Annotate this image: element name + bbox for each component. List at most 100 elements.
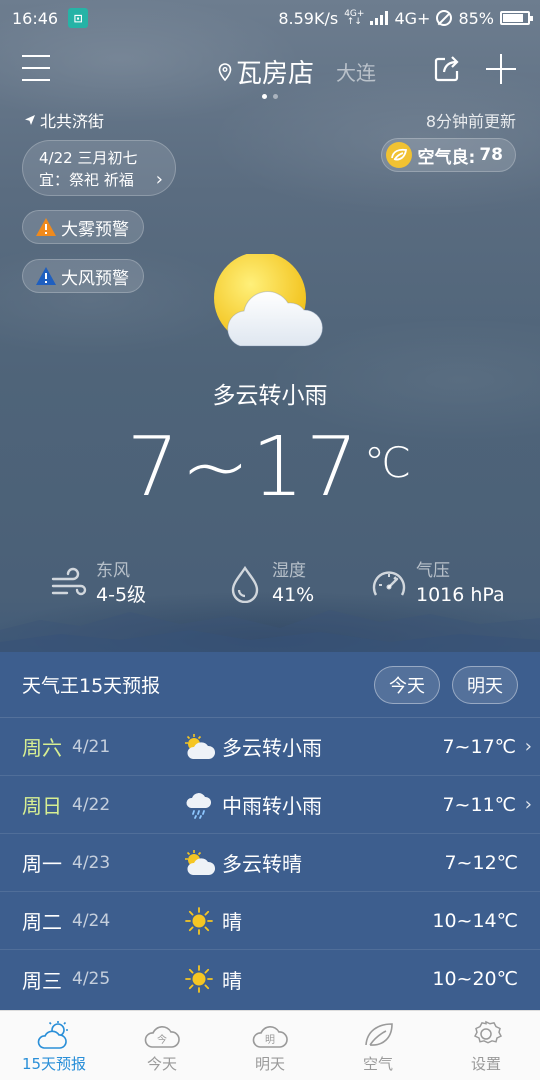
forecast-date: 4/22 — [72, 794, 111, 815]
forecast-row[interactable]: 周三 4/25 晴 10~20℃ — [0, 950, 540, 1008]
forecast-day: 周三 — [22, 968, 62, 993]
aqi-label: 空气良: — [417, 147, 476, 168]
add-city-icon[interactable] — [486, 54, 516, 84]
forecast-range: 7~17℃ — [442, 735, 516, 758]
forecast-weather: 多云转小雨 — [222, 736, 322, 760]
forecast-weather: 多云转晴 — [222, 852, 302, 876]
tab-settings[interactable]: 设置 — [432, 1011, 540, 1080]
page-indicator — [262, 94, 278, 99]
status-bar: 16:46 ⊡ 8.59K/s 4G+ ↑↓ 4G+ 85% — [0, 0, 540, 36]
page-dot — [273, 94, 278, 99]
almanac-card[interactable]: 4/22 三月初七 宜：祭祀 祈福 › — [22, 140, 176, 196]
battery-percent: 85% — [458, 8, 494, 28]
forecast-date: 4/25 — [72, 969, 111, 989]
navigation-arrow-icon — [25, 115, 35, 125]
almanac-date: 4/22 三月初七 — [39, 149, 138, 167]
current-temperature: 7~17℃ — [0, 420, 540, 515]
update-time: 8分钟前更新 — [425, 112, 516, 131]
forecast-range: 10~20℃ — [432, 968, 518, 990]
tab-air[interactable]: 空气 — [324, 1011, 432, 1080]
next-city-name[interactable]: 大连 — [336, 57, 376, 86]
today-icon: 今 — [144, 1026, 180, 1048]
sunny-icon — [185, 906, 213, 935]
wind-warning-label: 大风预警 — [61, 268, 129, 289]
network-type: 4G+ — [394, 8, 431, 28]
forecast-row[interactable]: 周二 4/24 晴 10~14℃ — [0, 892, 540, 950]
forecast-panel: 天气王15天预报 今天 明天 周六 4/21 多云转小雨 7~17℃ › 周日 … — [0, 652, 540, 1010]
forecast-weather: 晴 — [222, 910, 242, 934]
pressure-label: 气压 — [416, 561, 450, 581]
tab-label: 空气 — [362, 1055, 393, 1073]
mountain-silhouette — [0, 610, 540, 660]
forecast-weather: 中雨转小雨 — [222, 794, 322, 818]
partly-cloudy-icon — [185, 849, 216, 875]
wind-label: 东风 — [96, 561, 130, 581]
forecast-range: 7~12℃ — [444, 851, 518, 874]
forecast-date: 4/21 — [72, 736, 111, 757]
almanac-yi: 宜：祭祀 祈福 — [39, 171, 134, 189]
location-pin-icon — [218, 62, 232, 81]
warning-orange-icon — [36, 218, 56, 236]
rain-icon — [186, 792, 212, 819]
settings-gear-icon — [473, 1020, 503, 1044]
sunny-icon — [185, 965, 213, 993]
forecast-weather: 晴 — [222, 968, 242, 993]
forecast-header: 天气王15天预报 今天 明天 — [0, 652, 540, 718]
notification-app-icon: ⊡ — [68, 8, 89, 28]
partly-cloudy-icon — [214, 254, 323, 347]
chevron-right-icon: › — [524, 794, 532, 815]
street-location: 北共济街 — [24, 108, 104, 132]
humidity-label: 湿度 — [272, 561, 306, 581]
battery-icon — [500, 11, 533, 25]
air-leaf-icon — [365, 1023, 393, 1046]
wind-warning-badge[interactable]: 大风预警 — [22, 259, 144, 293]
forecast-range: 10~14℃ — [432, 909, 518, 932]
tomorrow-icon-glyph: 明 — [265, 1034, 275, 1046]
forecast-date: 4/23 — [72, 852, 111, 873]
share-icon[interactable] — [432, 54, 462, 84]
today-button[interactable]: 今天 — [374, 665, 440, 704]
tab-15-day-forecast[interactable]: 15天预报 — [0, 1011, 108, 1080]
forecast-row[interactable]: 周六 4/21 多云转小雨 7~17℃ › — [0, 718, 540, 776]
do-not-disturb-icon — [436, 10, 453, 26]
fog-warning-label: 大雾预警 — [61, 219, 129, 240]
current-condition: 多云转小雨 — [212, 383, 328, 409]
city-header[interactable]: 瓦房店 大连 — [218, 53, 376, 90]
tab-label: 设置 — [470, 1055, 501, 1073]
city-name: 瓦房店 — [236, 59, 315, 89]
tab-today[interactable]: 今 今天 — [108, 1011, 216, 1080]
signal-icon — [370, 11, 389, 25]
network-speed: 8.59K/s — [278, 8, 339, 28]
aqi-value: 78 — [479, 145, 503, 165]
current-temp-range: 7~17 — [126, 420, 361, 515]
forecast-icon — [37, 1021, 68, 1049]
tomorrow-icon: 明 — [252, 1026, 288, 1048]
fog-warning-badge[interactable]: 大雾预警 — [22, 210, 144, 244]
tab-tomorrow[interactable]: 明 明天 — [216, 1011, 324, 1080]
chevron-right-icon: › — [524, 736, 532, 757]
forecast-range: 7~11℃ — [442, 793, 516, 816]
street-name: 北共济街 — [40, 112, 105, 131]
tab-label: 15天预报 — [21, 1055, 87, 1073]
tab-label: 今天 — [146, 1055, 177, 1073]
forecast-day: 周日 — [22, 794, 62, 818]
today-icon-glyph: 今 — [157, 1033, 167, 1046]
chevron-right-icon: › — [155, 169, 163, 190]
battery-fill — [503, 14, 524, 22]
temp-unit: ℃ — [364, 438, 414, 487]
forecast-title: 天气王15天预报 — [22, 675, 161, 697]
forecast-row[interactable]: 周一 4/23 多云转晴 7~12℃ — [0, 834, 540, 892]
network-activity-icon: 4G+ ↑↓ — [344, 10, 364, 27]
aqi-badge[interactable]: 空气良: 78 — [380, 138, 516, 172]
forecast-day: 周一 — [22, 852, 62, 876]
forecast-row[interactable]: 周日 4/22 中雨转小雨 7~11℃ › — [0, 776, 540, 834]
page-dot-active — [262, 94, 267, 99]
menu-icon[interactable] — [22, 55, 50, 81]
aqi-leaf-icon — [385, 142, 412, 168]
forecast-day: 周二 — [22, 910, 62, 934]
forecast-day: 周六 — [22, 736, 62, 760]
network-activity-arrows: ↑↓ — [346, 17, 362, 27]
tomorrow-button[interactable]: 明天 — [452, 665, 518, 704]
status-time: 16:46 — [12, 8, 59, 28]
warning-blue-icon — [36, 267, 56, 285]
